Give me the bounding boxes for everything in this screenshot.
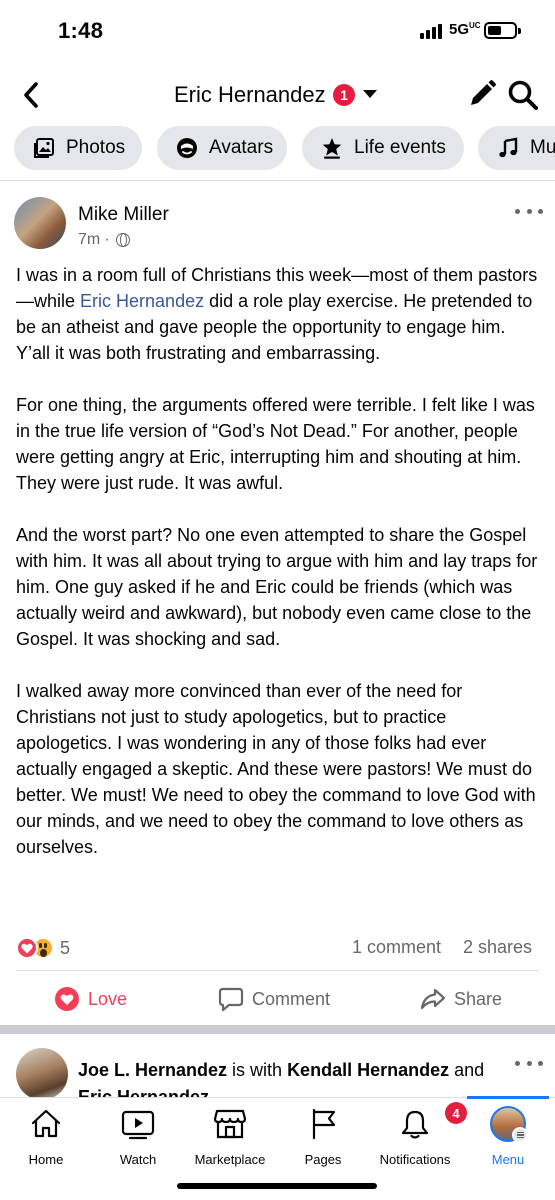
tab-home[interactable]: Home <box>0 1106 92 1170</box>
search-icon <box>508 80 538 110</box>
chip-label: Avatars <box>209 137 274 158</box>
profile-chips: Photos Avatars Life events Music <box>0 126 555 174</box>
post-author-avatar[interactable] <box>14 197 66 249</box>
back-chevron-icon <box>24 82 38 108</box>
signal-icon <box>420 23 442 39</box>
storefront-icon <box>212 1106 248 1142</box>
hamburger-icon <box>512 1127 528 1143</box>
feed-separator <box>0 1025 555 1034</box>
active-tab-indicator <box>467 1096 549 1099</box>
reactions-summary[interactable]: 5 <box>16 936 70 960</box>
post-more-options-icon[interactable] <box>515 205 543 217</box>
share-label: Share <box>454 988 503 1009</box>
star-flag-icon <box>320 136 344 160</box>
comments-count[interactable]: 1 comment <box>352 937 441 958</box>
post-paragraph: And the worst part? No one even attempte… <box>16 525 538 649</box>
next-post-more-options-icon[interactable] <box>515 1057 543 1069</box>
chip-avatars[interactable]: Avatars <box>157 126 287 170</box>
battery-icon <box>484 22 521 39</box>
love-icon <box>55 987 79 1011</box>
chip-photos[interactable]: Photos <box>14 126 142 170</box>
post-paragraph: For one thing, the arguments offered wer… <box>16 395 535 493</box>
tab-label: Home <box>28 1152 64 1167</box>
tab-watch[interactable]: Watch <box>92 1106 184 1170</box>
edit-button[interactable] <box>466 78 498 110</box>
status-time: 1:48 <box>58 18 104 43</box>
love-label: Love <box>88 988 128 1009</box>
tab-marketplace[interactable]: Marketplace <box>184 1106 276 1170</box>
meta-separator: · <box>104 231 110 248</box>
home-icon <box>28 1106 64 1142</box>
tab-label: Notifications <box>379 1152 451 1167</box>
post-time[interactable]: 7m <box>78 231 100 249</box>
tagged-person[interactable]: Kendall Hernandez <box>287 1060 449 1080</box>
home-indicator <box>177 1183 377 1189</box>
video-play-icon <box>120 1106 156 1142</box>
post-meta: 7m · <box>78 231 130 249</box>
profile-header: Eric Hernandez 1 <box>0 62 555 128</box>
back-button[interactable] <box>16 80 46 110</box>
chip-label: Music <box>530 137 555 158</box>
tab-pages[interactable]: Pages <box>277 1106 369 1170</box>
comment-button[interactable]: Comment <box>218 983 330 1015</box>
tab-label: Marketplace <box>194 1152 266 1167</box>
search-button[interactable] <box>506 78 540 112</box>
love-reaction-icon <box>16 937 38 959</box>
network-label: 5GUC <box>449 21 481 38</box>
next-post-author[interactable]: Joe L. Hernandez <box>78 1060 227 1080</box>
reaction-count: 5 <box>60 937 71 958</box>
menu-avatar <box>490 1106 528 1143</box>
tab-label: Pages <box>304 1152 342 1167</box>
divider <box>0 180 555 181</box>
network-suffix: UC <box>469 21 481 30</box>
share-button[interactable]: Share <box>420 983 502 1015</box>
share-icon <box>420 988 446 1010</box>
tab-label: Menu <box>491 1152 525 1167</box>
chip-music[interactable]: Music <box>478 126 555 170</box>
tab-label: Watch <box>119 1152 157 1167</box>
bell-icon: 4 <box>397 1102 467 1142</box>
post-paragraph: I was in a room full of Christians this … <box>16 262 544 366</box>
tab-menu[interactable]: Menu <box>462 1106 554 1170</box>
flag-icon <box>305 1106 341 1142</box>
next-post-and: and <box>449 1060 485 1080</box>
globe-icon <box>115 233 130 247</box>
love-button[interactable]: Love <box>54 983 127 1015</box>
dropdown-caret-icon[interactable] <box>363 90 377 98</box>
comment-icon <box>218 987 244 1012</box>
next-post-avatar[interactable] <box>16 1048 68 1100</box>
next-post-connector: is with <box>227 1060 288 1080</box>
divider <box>16 970 539 971</box>
mention-link[interactable]: Eric Hernandez <box>80 291 204 311</box>
shares-count[interactable]: 2 shares <box>463 937 532 958</box>
chip-life-events[interactable]: Life events <box>302 126 464 170</box>
status-bar: 1:48 5GUC <box>0 0 555 62</box>
photos-icon <box>32 136 56 160</box>
comment-label: Comment <box>252 988 331 1009</box>
tab-notifications[interactable]: 4 Notifications <box>369 1102 467 1170</box>
music-note-icon <box>496 136 520 160</box>
chip-label: Life events <box>354 137 446 158</box>
post-paragraph: I walked away more convinced than ever o… <box>16 681 536 857</box>
post-body: I was in a room full of Christians this … <box>16 262 544 886</box>
profile-menu-icon <box>490 1106 528 1143</box>
header-badge: 1 <box>333 84 355 106</box>
page-title[interactable]: Eric Hernandez <box>174 82 326 108</box>
pencil-icon <box>471 80 496 105</box>
chip-label: Photos <box>66 137 126 158</box>
avatar-icon <box>175 136 199 160</box>
post-author-name[interactable]: Mike Miller <box>78 204 169 226</box>
network-type: 5G <box>449 21 470 38</box>
